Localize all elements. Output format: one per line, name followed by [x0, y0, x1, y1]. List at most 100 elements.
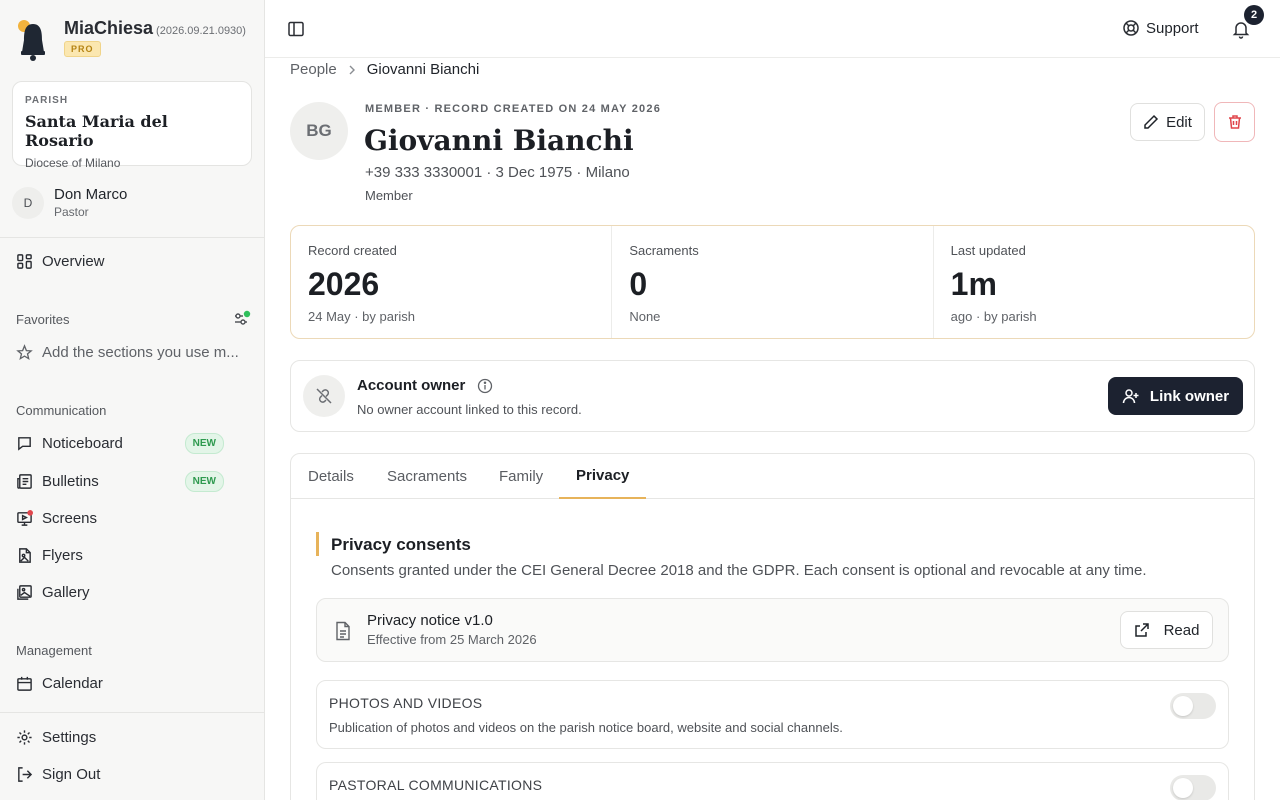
tab-details[interactable]: Details: [291, 454, 371, 499]
nav-flyers[interactable]: Flyers: [16, 547, 248, 564]
person-details: +39 333 3330001 · 3 Dec 1975 · Milano: [365, 164, 630, 181]
user-profile[interactable]: D Don Marco Pastor: [12, 186, 127, 219]
brand[interactable]: MiaChiesa (2026.09.21.0930) PRO: [16, 18, 246, 62]
stat-sacraments: Sacraments 0 None: [612, 226, 934, 338]
topbar: Support 2: [265, 0, 1280, 58]
privacy-description: Consents granted under the CEI General D…: [331, 562, 1147, 579]
grid-icon: [17, 254, 32, 269]
info-icon[interactable]: [477, 378, 493, 394]
tab-privacy[interactable]: Privacy: [559, 454, 647, 499]
stat-record-created: Record created 2026 24 May · by parish: [291, 226, 613, 338]
stat-label: Last updated: [950, 243, 1026, 258]
privacy-notice-card: Privacy notice v1.0 Effective from 25 Ma…: [316, 598, 1229, 662]
user-role: Pastor: [54, 205, 89, 219]
breadcrumb-current: Giovanni Bianchi: [366, 61, 480, 78]
person-eyebrow: MEMBER · RECORD CREATED ON 24 MAY 2026: [365, 103, 662, 115]
consent-description: Publication of photos and videos on the …: [329, 720, 843, 735]
read-button[interactable]: Read: [1120, 611, 1213, 649]
divider: [0, 712, 265, 713]
consent-toggle[interactable]: [1170, 775, 1216, 800]
consent-photos-videos: PHOTOS AND VIDEOS Publication of photos …: [316, 680, 1229, 749]
nav-sign-out[interactable]: Sign Out: [16, 766, 248, 783]
delete-button[interactable]: [1214, 102, 1255, 142]
management-heading: Management: [16, 643, 92, 658]
parish-label: PARISH: [25, 95, 69, 106]
monitor-icon: [17, 510, 33, 526]
notifications-button[interactable]: 2: [1232, 5, 1264, 44]
breadcrumb: People Giovanni Bianchi: [290, 61, 479, 78]
nav-calendar[interactable]: Calendar: [16, 675, 248, 692]
sidebar: MiaChiesa (2026.09.21.0930) PRO PARISH Sa…: [0, 0, 265, 800]
user-avatar: D: [12, 186, 44, 219]
person-name: Giovanni Bianchi: [364, 124, 634, 157]
pro-badge: PRO: [64, 41, 101, 57]
favorites-heading: Favorites: [16, 312, 70, 327]
sidebar-toggle-icon[interactable]: [287, 20, 305, 43]
stat-label: Sacraments: [629, 243, 699, 258]
favorites-hint[interactable]: Add the sections you use m...: [16, 344, 248, 361]
nav-overview[interactable]: Overview: [16, 253, 248, 270]
stat-sub: None: [629, 309, 661, 324]
link-owner-label: Link owner: [1149, 387, 1230, 405]
sign-out-icon: [18, 767, 33, 782]
calendar-icon: [17, 676, 32, 691]
new-badge: NEW: [184, 433, 224, 454]
section-accent-bar: [316, 532, 319, 556]
nav-gallery[interactable]: Gallery: [16, 584, 248, 601]
nav-overview-label: Overview: [42, 253, 105, 270]
user-name: Don Marco: [54, 186, 128, 203]
parish-diocese: Diocese of Milano: [25, 156, 121, 170]
stat-value: 1m: [950, 266, 997, 302]
document-icon: [336, 621, 350, 641]
pencil-icon: [1144, 114, 1159, 129]
stat-value: 2026: [308, 266, 380, 302]
nav-noticeboard[interactable]: Noticeboard NEW: [16, 433, 248, 454]
nav-bulletins[interactable]: Bulletins NEW: [16, 471, 248, 492]
consent-toggle[interactable]: [1170, 693, 1216, 719]
account-owner-panel: Account owner No owner account linked to…: [290, 360, 1255, 432]
consent-pastoral-communications: PASTORAL COMMUNICATIONS: [316, 762, 1229, 800]
link-owner-button[interactable]: Link owner: [1108, 377, 1243, 415]
new-badge: NEW: [184, 471, 224, 492]
nav-calendar-label: Calendar: [42, 675, 103, 692]
edit-label: Edit: [1166, 113, 1192, 131]
stat-sub: 24 May · by parish: [308, 309, 415, 324]
stat-value: 0: [629, 266, 648, 302]
tab-sacraments[interactable]: Sacraments: [370, 454, 484, 499]
images-icon: [17, 585, 32, 600]
support-label: Support: [1146, 19, 1199, 37]
tab-family[interactable]: Family: [482, 454, 560, 499]
nav-screens[interactable]: Screens: [16, 510, 248, 527]
edit-button[interactable]: Edit: [1130, 103, 1205, 141]
unlink-icon: [303, 375, 345, 417]
external-link-icon: [1134, 623, 1149, 637]
person-role: Member: [365, 188, 413, 203]
message-icon: [18, 437, 31, 451]
nav-screens-label: Screens: [42, 510, 98, 527]
breadcrumb-people[interactable]: People: [290, 61, 337, 78]
trash-icon: [1228, 115, 1241, 129]
stat-label: Record created: [308, 243, 397, 258]
notice-subtitle: Effective from 25 March 2026: [367, 632, 537, 647]
nav-settings[interactable]: Settings: [16, 729, 248, 746]
nav-flyers-label: Flyers: [42, 547, 83, 564]
newspaper-icon: [17, 474, 32, 489]
chevron-right-icon: [349, 65, 355, 74]
lifebuoy-icon: [1123, 20, 1139, 36]
support-button[interactable]: Support: [1122, 19, 1199, 37]
manage-favorites-icon[interactable]: [233, 310, 251, 333]
bell-logo-icon: [16, 18, 50, 62]
nav-noticeboard-label: Noticeboard: [42, 435, 123, 452]
stat-last-updated: Last updated 1m ago · by parish: [934, 226, 1254, 338]
person-avatar: BG: [290, 102, 348, 160]
user-plus-icon: [1122, 389, 1139, 404]
notice-title: Privacy notice v1.0: [367, 612, 493, 629]
parish-card[interactable]: PARISH Santa Maria del Rosario Diocese o…: [12, 81, 252, 170]
divider: [0, 237, 265, 238]
parish-name: Santa Maria del Rosario: [25, 112, 168, 150]
privacy-title: Privacy consents: [331, 535, 471, 554]
read-label: Read: [1163, 621, 1200, 639]
nav-bulletins-label: Bulletins: [42, 473, 99, 490]
consent-title: PASTORAL COMMUNICATIONS: [329, 777, 543, 793]
file-image-icon: [19, 548, 31, 563]
